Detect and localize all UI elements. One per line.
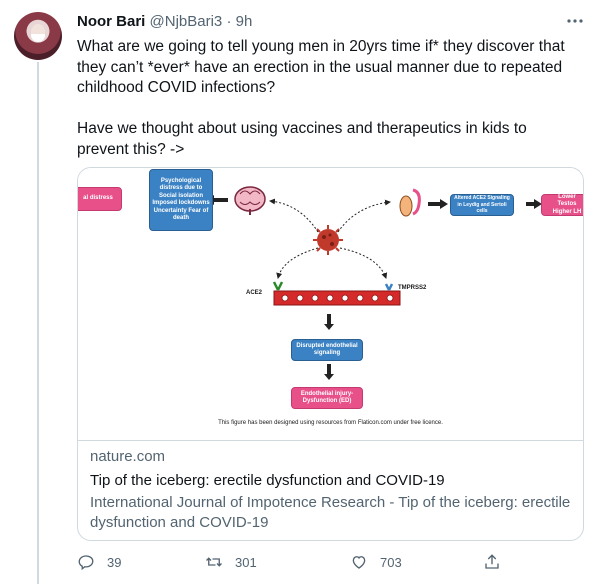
card-body: nature.com Tip of the iceberg: erectile … <box>90 447 571 533</box>
card-title[interactable]: Tip of the iceberg: erectile dysfunction… <box>90 470 571 492</box>
endothelial-cell-row <box>273 290 401 306</box>
virus-icon <box>313 225 343 255</box>
tweet-actions: 39 301 703 <box>77 553 507 575</box>
reply-icon <box>78 555 94 571</box>
ace2-label: ACE2 <box>246 290 263 296</box>
avatar[interactable] <box>14 12 62 60</box>
testis-icon <box>399 188 421 217</box>
endothelial-dysfunction-box: Endothelial injury- Dysfunction (ED) <box>291 387 363 409</box>
like-button[interactable]: 703 <box>350 553 402 571</box>
tmprss2-label: TMPRSS2 <box>398 285 427 291</box>
avatar-mask <box>31 34 45 42</box>
article-figure: al distress Psychological distress due t… <box>78 168 583 441</box>
right-outcome-box: Lower Testos Higher LH <box>541 194 583 216</box>
reply-count: 39 <box>107 554 122 570</box>
link-card[interactable]: al distress Psychological distress due t… <box>77 167 584 541</box>
heart-icon <box>352 556 366 569</box>
ace2-receptor-icon <box>272 281 284 291</box>
tweet-time[interactable]: 9h <box>236 13 253 30</box>
share-button[interactable] <box>483 553 513 571</box>
tweet-header: Noor Bari @NjbBari3 · 9h <box>77 13 584 33</box>
retweet-icon <box>206 557 222 567</box>
author-handle[interactable]: @NjbBari3 <box>150 13 223 30</box>
solid-arrows <box>206 195 542 380</box>
reply-button[interactable]: 39 <box>77 553 121 571</box>
tmprss2-receptor-icon <box>384 283 394 291</box>
left-outcome-box: al distress <box>78 187 122 211</box>
retweet-count: 301 <box>235 554 257 570</box>
author-name[interactable]: Noor Bari <box>77 13 145 30</box>
psych-distress-box: Psychological distress due to Social iso… <box>149 169 213 231</box>
separator-dot: · <box>226 13 232 30</box>
share-icon <box>485 554 499 569</box>
card-domain: nature.com <box>90 448 166 465</box>
ellipsis-icon[interactable] <box>566 12 584 35</box>
tweet-text: What are we going to tell young men in 2… <box>77 38 565 158</box>
brain-icon <box>234 186 266 215</box>
ace2-signaling-box: Altered ACE2 Signaling in Leydig and Ser… <box>450 194 514 216</box>
retweet-button[interactable]: 301 <box>205 553 257 571</box>
endothelial-signaling-box: Disrupted endothelial signaling <box>291 339 363 361</box>
figure-credit: This figure has been designed using reso… <box>218 420 443 426</box>
thread-line <box>37 62 39 584</box>
card-description: International Journal of Impotence Resea… <box>90 494 571 531</box>
like-count: 703 <box>380 554 402 570</box>
